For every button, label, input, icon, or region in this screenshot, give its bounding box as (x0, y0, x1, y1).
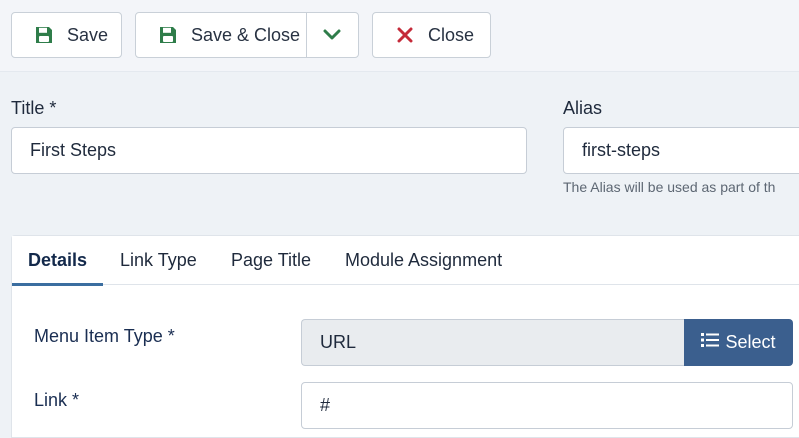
tab-bar: Details Link Type Page Title Module Assi… (12, 236, 799, 286)
save-close-button[interactable]: Save & Close (136, 13, 307, 57)
link-input[interactable]: # (301, 382, 793, 429)
save-button[interactable]: Save (11, 12, 122, 58)
tab-details-label: Details (27, 250, 88, 270)
chevron-down-icon (323, 25, 341, 46)
floppy-disk-icon (158, 25, 178, 45)
alias-input[interactable]: first-steps (563, 127, 799, 174)
save-button-label: Save (67, 24, 109, 45)
tab-link-type-label: Link Type (120, 250, 197, 270)
alias-label: Alias (563, 98, 603, 118)
tab-details[interactable]: Details (12, 236, 103, 286)
tabs-panel: Details Link Type Page Title Module Assi… (11, 235, 799, 438)
select-button-label: Select (725, 332, 776, 352)
save-close-button-label: Save & Close (191, 24, 301, 45)
alias-hint: The Alias will be used as part of th (563, 179, 776, 195)
link-label: Link * (34, 390, 80, 410)
tab-module-assignment[interactable]: Module Assignment (345, 236, 502, 285)
close-button[interactable]: Close (372, 12, 491, 58)
tab-page-title[interactable]: Page Title (231, 236, 311, 285)
tab-link-type[interactable]: Link Type (120, 236, 197, 285)
title-label: Title * (11, 98, 57, 118)
tab-page-title-label: Page Title (231, 250, 312, 270)
list-icon (701, 332, 720, 353)
menu-item-type-field: URL (301, 319, 684, 366)
toolbar: Save Save & Close Close (0, 0, 799, 72)
tab-module-assignment-label: Module Assignment (345, 250, 503, 270)
save-close-group: Save & Close (135, 12, 359, 58)
select-menu-item-type-button[interactable]: Select (684, 319, 793, 366)
x-icon (395, 25, 415, 45)
floppy-disk-icon (34, 25, 54, 45)
title-input[interactable]: First Steps (11, 127, 527, 174)
close-button-label: Close (428, 24, 475, 45)
save-options-dropdown-button[interactable] (307, 13, 358, 57)
menu-item-type-label: Menu Item Type * (34, 326, 175, 346)
